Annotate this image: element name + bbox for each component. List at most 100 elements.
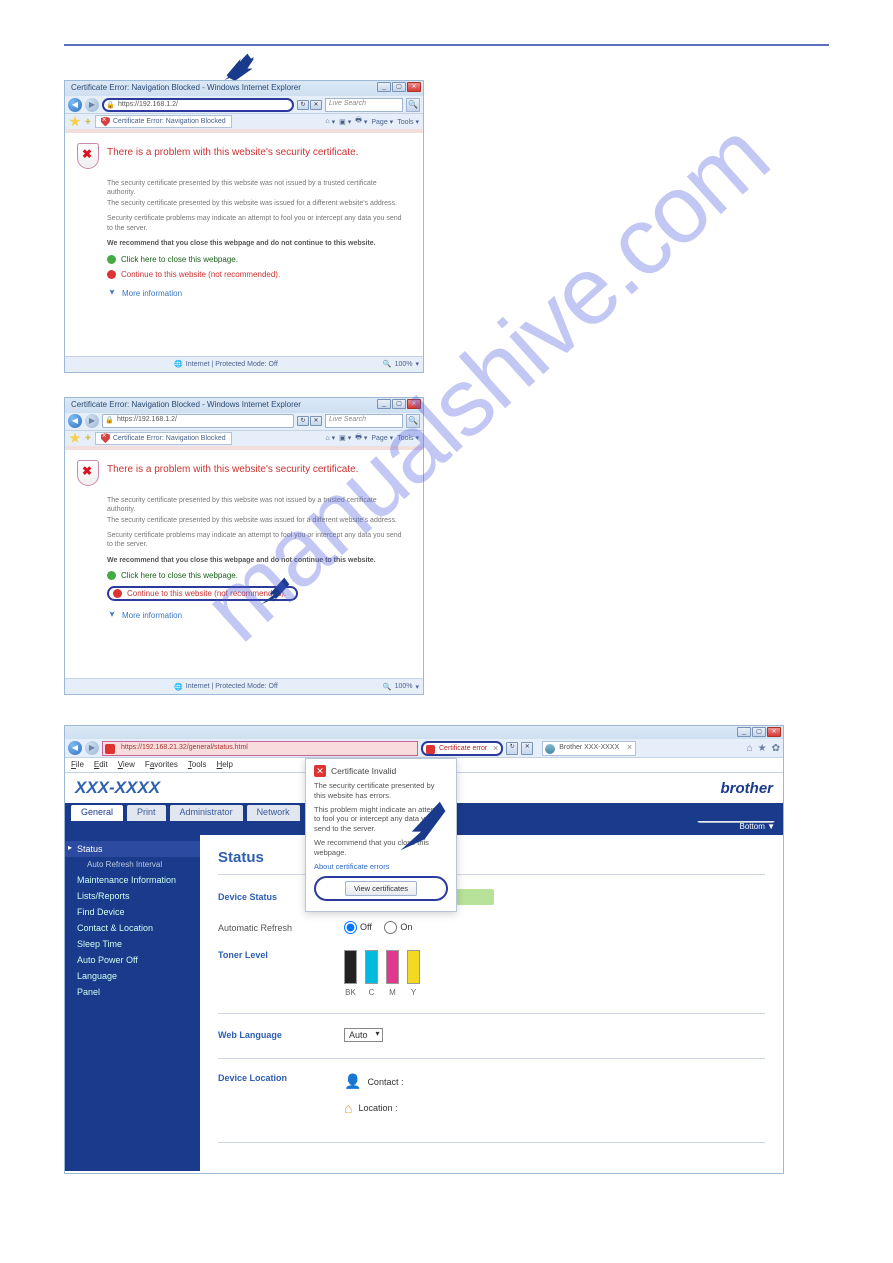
maximize-button[interactable]: ▢	[752, 727, 766, 737]
warning-title: There is a problem with this website's s…	[107, 460, 358, 475]
home-menu[interactable]: ⌂ ▾	[325, 116, 335, 127]
ie-titlebar: Certificate Error: Navigation Blocked - …	[65, 398, 423, 413]
close-webpage-link[interactable]: Click here to close this webpage.	[107, 255, 405, 264]
print-menu[interactable]: 🖶 ▾	[355, 433, 367, 444]
globe-icon: 🌐	[174, 360, 183, 368]
tab-label: Certificate Error: Navigation Blocked	[113, 435, 226, 442]
sidebar-item-sleep[interactable]: Sleep Time	[65, 936, 200, 952]
tools-menu[interactable]: Tools ▾	[397, 433, 419, 444]
close-button[interactable]: ✕	[407, 82, 421, 92]
sidebar-item-lists[interactable]: Lists/Reports	[65, 888, 200, 904]
close-button[interactable]: ✕	[767, 727, 781, 737]
tools-menu[interactable]: Tools ▾	[397, 116, 419, 127]
browser-tab[interactable]: Certificate Error: Navigation Blocked	[95, 432, 232, 445]
contact-icon: 👤	[344, 1073, 361, 1090]
sidebar-item-panel[interactable]: Panel	[65, 984, 200, 1000]
stop-button[interactable]: ✕	[310, 100, 322, 110]
location-label: Location :	[358, 1103, 397, 1113]
page-menu[interactable]: Page ▾	[371, 116, 393, 127]
add-favorites-icon[interactable]: ✚	[85, 434, 91, 442]
add-favorites-icon[interactable]: ✚	[85, 118, 91, 126]
home-menu[interactable]: ⌂ ▾	[325, 433, 335, 444]
address-bar[interactable]: 🔒 https://192.168.1.2/	[102, 98, 294, 112]
zoom-control[interactable]: 🔍 100% ▾	[383, 360, 419, 368]
web-language-select[interactable]: Auto	[344, 1028, 383, 1042]
sidebar-item-maintenance[interactable]: Maintenance Information	[65, 872, 200, 888]
warning-recommend: We recommend that you close this webpage…	[107, 239, 405, 248]
sidebar-item-find[interactable]: Find Device	[65, 904, 200, 920]
about-cert-errors-link[interactable]: About certificate errors	[314, 862, 448, 871]
page-heading: Status	[218, 849, 765, 866]
search-input[interactable]: Live Search	[325, 98, 403, 112]
address-bar[interactable]: 🔒 https://192.168.1.2/	[102, 414, 294, 428]
feeds-menu[interactable]: ▣ ▾	[339, 116, 351, 127]
address-bar-error[interactable]: https://192.168.21.32/general/status.htm…	[102, 741, 418, 756]
more-info-link[interactable]: More information	[107, 611, 405, 620]
stop-button[interactable]: ✕	[521, 742, 533, 755]
radio-off[interactable]: Off	[344, 922, 372, 932]
close-webpage-link[interactable]: Click here to close this webpage.	[107, 571, 405, 580]
back-button[interactable]: ◀	[68, 98, 82, 112]
sidebar-item-auto-refresh[interactable]: Auto Refresh Interval	[65, 857, 200, 872]
sidebar-item-contact[interactable]: Contact & Location	[65, 920, 200, 936]
refresh-button[interactable]: ↻	[297, 100, 309, 110]
tab-general[interactable]: General	[71, 805, 123, 821]
search-button[interactable]: 🔍	[406, 414, 420, 428]
toner-level-label: Toner Level	[218, 950, 344, 960]
divider	[218, 1013, 765, 1014]
ie-window-2: Certificate Error: Navigation Blocked - …	[64, 397, 424, 696]
menu-edit[interactable]: Edit	[94, 760, 108, 770]
favorites-icon[interactable]	[69, 116, 81, 128]
more-info-link[interactable]: More information	[107, 289, 405, 298]
stop-button[interactable]: ✕	[310, 416, 322, 426]
minimize-button[interactable]: _	[377, 82, 391, 92]
menu-view[interactable]: View	[118, 760, 135, 770]
maximize-button[interactable]: ▢	[392, 399, 406, 409]
search-input[interactable]: Live Search	[325, 414, 403, 428]
search-button[interactable]: 🔍	[406, 98, 420, 112]
refresh-button[interactable]: ↻	[506, 742, 518, 755]
ie-titlebar: _ ▢ ✕	[65, 726, 783, 739]
home-icon[interactable]: ⌂	[747, 743, 753, 754]
forward-button[interactable]: ▶	[85, 414, 99, 428]
feeds-menu[interactable]: ▣ ▾	[339, 433, 351, 444]
refresh-button[interactable]: ↻	[297, 416, 309, 426]
warning-line-1: The security certificate presented by th…	[107, 179, 405, 198]
menu-file[interactable]: File	[71, 760, 84, 770]
tab-label: Certificate Error: Navigation Blocked	[113, 118, 226, 125]
back-button[interactable]: ◀	[68, 741, 82, 755]
tab-administrator[interactable]: Administrator	[170, 805, 243, 821]
maximize-button[interactable]: ▢	[392, 82, 406, 92]
favorites-icon[interactable]: ★	[758, 743, 767, 754]
forward-button[interactable]: ▶	[85, 741, 99, 755]
sidebar-item-language[interactable]: Language	[65, 968, 200, 984]
shield-icon	[101, 117, 110, 127]
tab-print[interactable]: Print	[127, 805, 166, 821]
page-menu[interactable]: Page ▾	[371, 433, 393, 444]
certificate-error-button[interactable]: Certificate error	[421, 741, 503, 756]
sidebar-item-status[interactable]: Status	[65, 841, 200, 857]
tab-network[interactable]: Network	[247, 805, 300, 821]
favorites-icon[interactable]	[69, 432, 81, 444]
menu-help[interactable]: Help	[217, 760, 233, 770]
close-button[interactable]: ✕	[407, 399, 421, 409]
toner-bar-c	[365, 950, 378, 984]
tools-icon[interactable]: ✿	[772, 743, 780, 754]
view-certificates-highlight: View certificates	[314, 876, 448, 901]
print-menu[interactable]: 🖶 ▾	[355, 116, 367, 127]
warning-shield-icon	[77, 460, 99, 486]
continue-link[interactable]: Continue to this website (not recommende…	[107, 270, 405, 279]
zoom-control[interactable]: 🔍 100% ▾	[383, 683, 419, 691]
minimize-button[interactable]: _	[737, 727, 751, 737]
menu-favorites[interactable]: Favorites	[145, 760, 178, 770]
sidebar-item-autopower[interactable]: Auto Power Off	[65, 952, 200, 968]
back-button[interactable]: ◀	[68, 414, 82, 428]
forward-button[interactable]: ▶	[85, 98, 99, 112]
radio-on[interactable]: On	[384, 922, 412, 932]
browser-tab[interactable]: Brother XXX-XXXX	[542, 741, 636, 756]
menu-tools[interactable]: Tools	[188, 760, 207, 770]
ie-window-3: _ ▢ ✕ ◀ ▶ https://192.168.21.32/general/…	[64, 725, 784, 1174]
browser-tab[interactable]: Certificate Error: Navigation Blocked	[95, 115, 232, 128]
view-certificates-button[interactable]: View certificates	[345, 881, 417, 896]
minimize-button[interactable]: _	[377, 399, 391, 409]
